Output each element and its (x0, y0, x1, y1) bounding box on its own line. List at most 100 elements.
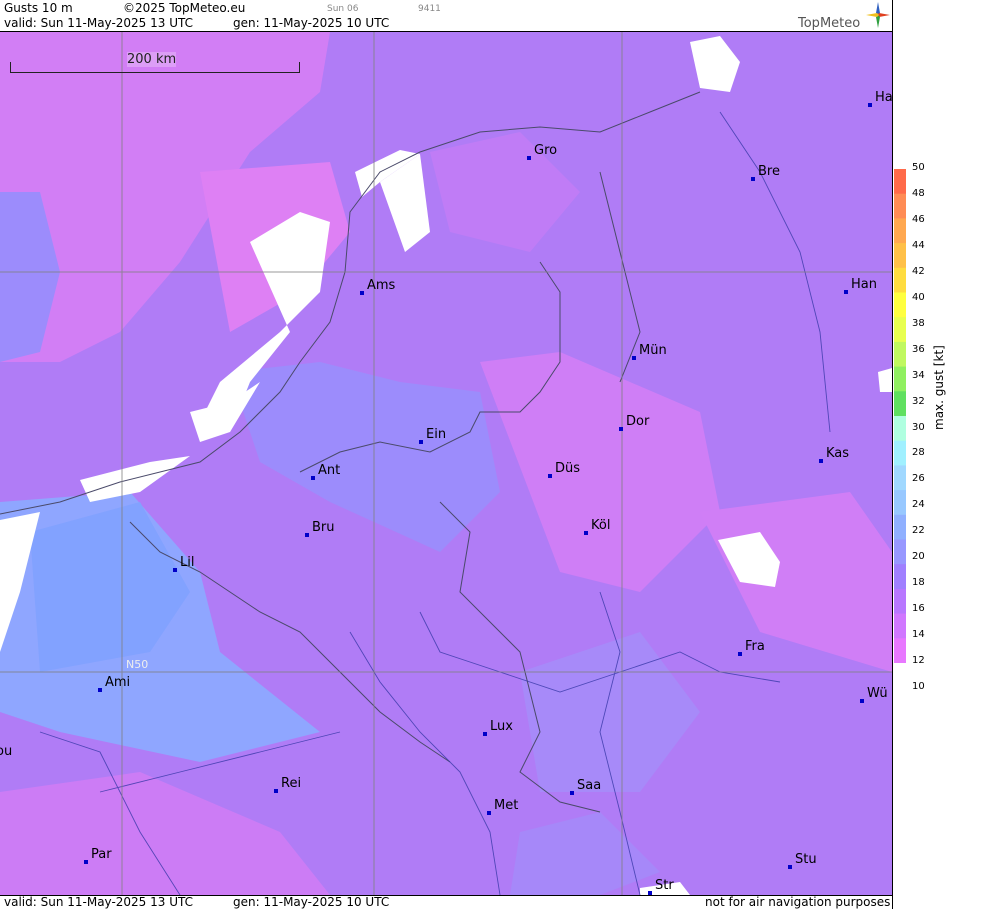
color-bar-tick-label: 48 (912, 187, 925, 199)
city-marker-icon (751, 177, 755, 181)
disclaimer: not for air navigation purposes (705, 895, 891, 909)
color-bar-segment (894, 465, 906, 491)
city-marker-icon (788, 865, 792, 869)
city-ou: ou (0, 744, 13, 759)
city-marker-icon (483, 732, 487, 736)
city-marker-icon (738, 652, 742, 656)
color-bar-tick-label: 46 (912, 213, 925, 225)
city-met: Met (487, 798, 518, 815)
city-dor: Dor (619, 414, 649, 431)
city-ams: Ams (360, 278, 395, 295)
gust-map[interactable]: 200 km N50 Gro Bre Ha Ams Han Mün Dor Ei… (0, 32, 892, 895)
city-ami: Ami (98, 675, 130, 692)
product-title: Gusts 10 m (4, 1, 73, 15)
color-bar-tick-label: 20 (912, 551, 925, 563)
color-bar-tick-label: 12 (912, 655, 925, 667)
color-bar-segment (894, 193, 906, 219)
city-lux: Lux (483, 719, 513, 736)
city-han: Han (844, 277, 877, 294)
color-bar-segment (894, 366, 906, 392)
city-rei: Rei (274, 776, 301, 793)
copyright: ©2025 TopMeteo.eu (123, 1, 246, 15)
color-bar-tick-label: 42 (912, 265, 925, 277)
city-marker-icon (173, 568, 177, 572)
color-bar-tick-label: 18 (912, 577, 925, 589)
color-bar-tick-label: 28 (912, 447, 925, 459)
color-bar-segment (894, 317, 906, 343)
color-bar-tick-label: 32 (912, 395, 925, 407)
city-par: Par (84, 847, 112, 864)
color-bar-segment (894, 341, 906, 368)
city-saa: Saa (570, 778, 601, 795)
city-dus: Düs (548, 461, 580, 478)
color-bar-segment (894, 514, 906, 540)
id-label: 9411 (418, 4, 441, 14)
color-bar-tick-label: 36 (912, 343, 925, 355)
color-bar-segment (894, 267, 906, 293)
city-stu: Stu (788, 852, 817, 869)
color-bar-tick-label: 44 (912, 239, 925, 251)
color-bar-segment (894, 391, 906, 417)
city-ha: Ha (868, 90, 892, 107)
latitude-label: N50 (126, 658, 149, 671)
city-marker-icon (305, 533, 309, 537)
run-label: Sun 06 (327, 4, 359, 14)
city-marker-icon (360, 291, 364, 295)
city-marker-icon (632, 356, 636, 360)
footer-bar: valid: Sun 11-May-2025 13 UTC gen: 11-Ma… (0, 895, 892, 909)
city-mun: Mün (632, 343, 667, 360)
city-str: Str (648, 878, 674, 895)
color-bar-tick-label: 14 (912, 629, 925, 641)
city-bre: Bre (751, 164, 780, 181)
color-bar-tick-label: 26 (912, 473, 925, 485)
header-bar: Gusts 10 m ©2025 TopMeteo.eu Sun 06 9411… (0, 0, 892, 32)
legend-title: max. gust [kt] (932, 345, 946, 430)
color-bar-segment (894, 243, 906, 269)
city-marker-icon (868, 103, 872, 107)
city-marker-icon (487, 811, 491, 815)
city-marker-icon (860, 699, 864, 703)
city-marker-icon (548, 474, 552, 478)
city-marker-icon (84, 860, 88, 864)
scale-bar: 200 km (10, 52, 300, 73)
color-bar-segment (894, 613, 906, 639)
color-bar-segment (894, 490, 906, 516)
city-ein: Ein (419, 427, 446, 444)
color-bar-segment (894, 564, 906, 590)
color-bar-segment (894, 440, 906, 466)
compass-logo-icon (866, 2, 890, 28)
city-wu: Wü (860, 686, 888, 703)
city-marker-icon (844, 290, 848, 294)
color-bar-segment (894, 588, 906, 615)
city-lil: Lil (173, 555, 194, 572)
color-bar-tick-label: 22 (912, 525, 925, 537)
city-bru: Bru (305, 520, 335, 537)
color-bar (894, 169, 906, 663)
color-bar-tick-label: 30 (912, 421, 925, 433)
city-marker-icon (419, 440, 423, 444)
gen-time: gen: 11-May-2025 10 UTC (233, 16, 390, 30)
city-marker-icon (527, 156, 531, 160)
color-bar-tick-label: 16 (912, 603, 925, 615)
color-bar-tick-label: 40 (912, 291, 925, 303)
color-bar-tick-label: 50 (912, 162, 925, 173)
color-bar-segment (894, 638, 906, 663)
city-marker-icon (570, 791, 574, 795)
color-bar-tick-label: 34 (912, 369, 925, 381)
city-gro: Gro (527, 143, 557, 160)
color-bar-segment (894, 292, 906, 318)
city-marker-icon (274, 789, 278, 793)
color-bar-segment (894, 539, 906, 565)
scale-label: 200 km (127, 52, 177, 67)
valid-time: valid: Sun 11-May-2025 13 UTC (4, 16, 193, 30)
color-bar-tick-label: 24 (912, 499, 925, 511)
gust-field (0, 32, 892, 895)
color-bar-segment (894, 218, 906, 244)
color-bar-tick-label: 10 (912, 681, 925, 692)
city-fra: Fra (738, 639, 765, 656)
city-kol: Köl (584, 518, 610, 535)
city-marker-icon (584, 531, 588, 535)
city-marker-icon (819, 459, 823, 463)
city-ant: Ant (311, 463, 340, 480)
color-bar-segment (894, 416, 906, 442)
